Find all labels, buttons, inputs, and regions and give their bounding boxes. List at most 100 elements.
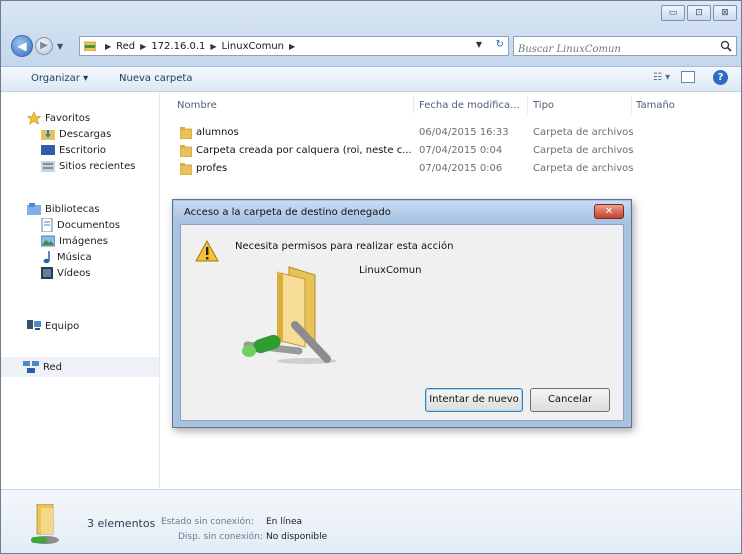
sidebar-item-libraries[interactable]: Bibliotecas [27, 201, 100, 217]
folder-icon [180, 163, 192, 175]
sidebar-item-favorites[interactable]: Favoritos [27, 110, 90, 126]
item-count: 3 elementos [87, 517, 156, 530]
explorer-window: ▭ ⊡ ⊠ ◀ ▶ ▼ ▶ Red ▶ 172.16.0.1 ▶ LinuxCo… [0, 0, 742, 554]
dialog-close-button[interactable]: ✕ [594, 204, 624, 219]
back-button[interactable]: ◀ [11, 35, 33, 57]
address-bar[interactable]: ▶ Red ▶ 172.16.0.1 ▶ LinuxComun ▶ ▼ ↻ [79, 36, 509, 56]
sidebar-item-label: Favoritos [45, 112, 91, 124]
sidebar-item-label: Sitios recientes [59, 160, 136, 172]
videos-icon [41, 267, 53, 279]
file-type: Carpeta de archivos [533, 145, 634, 156]
crumb-red[interactable]: Red [116, 41, 135, 52]
sidebar-item-label: Imágenes [59, 235, 109, 247]
sidebar-item-downloads[interactable]: Descargas [41, 126, 111, 142]
crumb-arrow-icon: ▶ [140, 41, 147, 51]
network-folder-illustration-icon [242, 266, 337, 364]
star-icon [27, 111, 41, 125]
dialog-title-bar[interactable]: Acceso a la carpeta de destino denegado … [174, 201, 630, 223]
folder-icon [180, 145, 192, 157]
command-bar: Organizar ▾ Nueva carpeta ☷ ▾ ? [1, 67, 741, 92]
warning-icon [195, 240, 219, 262]
dialog-target-name: LinuxComun [359, 265, 422, 276]
recent-pages-dropdown[interactable]: ▼ [57, 42, 63, 51]
sidebar-item-desktop[interactable]: Escritorio [41, 142, 106, 158]
file-type: Carpeta de archivos [533, 163, 634, 174]
close-window-button[interactable]: ⊠ [713, 5, 737, 21]
sidebar-item-label: Escritorio [59, 144, 106, 156]
file-date: 07/04/2015 0:04 [419, 145, 503, 156]
maximize-button[interactable]: ⊡ [687, 5, 711, 21]
sidebar-item-computer[interactable]: Equipo [27, 318, 79, 334]
folder-icon [180, 127, 192, 139]
address-dropdown-icon[interactable]: ▼ [476, 40, 482, 49]
file-date: 06/04/2015 16:33 [419, 127, 509, 138]
column-header-name[interactable]: Nombre [177, 100, 217, 111]
file-row[interactable]: alumnos 06/04/2015 16:33 Carpeta de arch… [160, 124, 741, 142]
offline-status-label: Estado sin conexión: [161, 517, 254, 527]
access-denied-dialog: Acceso a la carpeta de destino denegado … [172, 199, 632, 428]
refresh-icon[interactable]: ↻ [496, 39, 504, 50]
file-row[interactable]: Carpeta creada por calquera (roi, neste … [160, 142, 741, 160]
offline-availability-value: No disponible [266, 532, 328, 542]
cancel-button[interactable]: Cancelar [530, 388, 610, 412]
details-pane: 3 elementos Estado sin conexión: En líne… [1, 489, 741, 553]
file-row[interactable]: profes 07/04/2015 0:06 Carpeta de archiv… [160, 160, 741, 178]
search-input[interactable] [514, 40, 702, 59]
column-divider[interactable] [631, 96, 632, 114]
crumb-arrow-icon: ▶ [289, 41, 296, 51]
navigation-pane: Favoritos Descargas Escritorio Sitios re… [1, 92, 160, 488]
preview-pane-icon[interactable] [681, 71, 695, 83]
file-name: profes [196, 163, 228, 174]
offline-status-value: En línea [266, 517, 303, 527]
column-divider[interactable] [527, 96, 528, 114]
sidebar-item-label: Documentos [57, 219, 121, 231]
sidebar-item-network[interactable]: Red [1, 357, 159, 377]
caption-buttons: ▭ ⊡ ⊠ [661, 5, 737, 21]
crumb-share[interactable]: LinuxComun [222, 41, 284, 52]
file-date: 07/04/2015 0:06 [419, 163, 503, 174]
sidebar-item-pictures[interactable]: Imágenes [41, 233, 108, 249]
dialog-body: Necesita permisos para realizar esta acc… [180, 224, 624, 421]
forward-button[interactable]: ▶ [35, 37, 53, 55]
column-divider[interactable] [413, 96, 414, 114]
music-icon [43, 251, 50, 264]
organize-button[interactable]: Organizar ▾ [31, 73, 88, 84]
sidebar-item-music[interactable]: Música [41, 249, 92, 265]
network-icon [23, 361, 39, 373]
retry-button[interactable]: Intentar de nuevo [425, 388, 523, 412]
file-name: alumnos [196, 127, 239, 138]
search-icon[interactable] [720, 40, 732, 52]
sidebar-item-label: Vídeos [57, 267, 91, 279]
change-view-icon[interactable]: ☷ ▾ [653, 72, 670, 83]
dialog-title: Acceso a la carpeta de destino denegado [184, 207, 391, 218]
help-icon[interactable]: ? [713, 70, 728, 85]
network-folder-icon [84, 41, 96, 51]
window-chrome: ▭ ⊡ ⊠ ◀ ▶ ▼ ▶ Red ▶ 172.16.0.1 ▶ LinuxCo… [1, 1, 741, 67]
crumb-server[interactable]: 172.16.0.1 [151, 41, 205, 52]
column-header-size[interactable]: Tamaño [636, 100, 675, 111]
nav-buttons: ◀ ▶ ▼ [11, 34, 63, 58]
libraries-icon [27, 203, 41, 215]
search-box[interactable] [513, 36, 737, 59]
sidebar-item-label: Descargas [59, 128, 112, 140]
downloads-folder-icon [41, 130, 55, 140]
sidebar-item-label: Bibliotecas [45, 203, 100, 215]
computer-icon [27, 320, 41, 330]
sidebar-item-label: Red [43, 361, 62, 373]
sidebar-item-documents[interactable]: Documentos [41, 217, 120, 233]
crumb-arrow-icon: ▶ [210, 41, 217, 51]
desktop-icon [41, 145, 55, 155]
new-folder-button[interactable]: Nueva carpeta [119, 73, 192, 84]
crumb-arrow-icon: ▶ [105, 41, 112, 51]
sidebar-item-videos[interactable]: Vídeos [41, 265, 90, 281]
sidebar-item-recent-places[interactable]: Sitios recientes [41, 158, 135, 174]
recent-places-icon [41, 161, 55, 172]
file-type: Carpeta de archivos [533, 127, 634, 138]
dialog-message: Necesita permisos para realizar esta acc… [235, 241, 454, 252]
sidebar-item-label: Equipo [45, 320, 80, 332]
column-header-type[interactable]: Tipo [533, 100, 554, 111]
network-share-icon [31, 504, 59, 544]
column-header-date[interactable]: Fecha de modifica... [419, 100, 520, 111]
offline-availability-label: Disp. sin conexión: [178, 532, 263, 542]
minimize-button[interactable]: ▭ [661, 5, 685, 21]
